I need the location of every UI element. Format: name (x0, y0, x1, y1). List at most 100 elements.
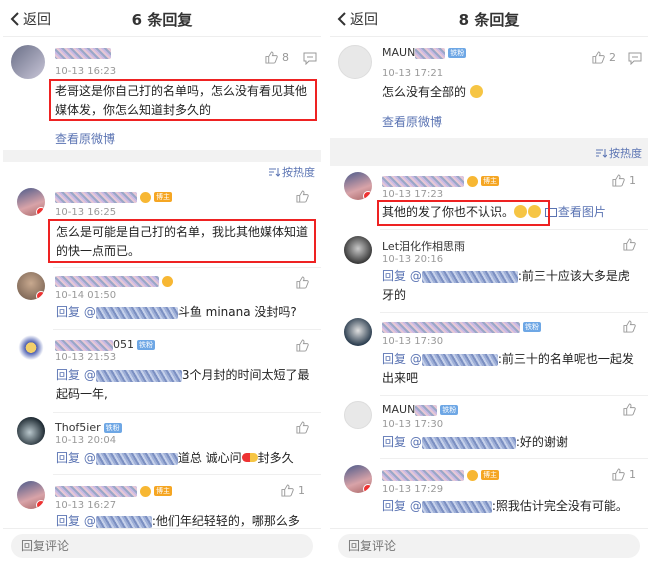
like-button[interactable]: 8 (265, 51, 289, 64)
avatar[interactable] (17, 417, 45, 445)
like-button[interactable]: 1 (612, 174, 636, 187)
verified-badge-icon (36, 500, 45, 509)
thumbs-up-icon (612, 174, 625, 187)
timestamp: 10-13 16:25 (55, 207, 117, 218)
verified-badge-icon (363, 484, 372, 493)
avatar[interactable] (344, 172, 372, 200)
fan-tag: 铁粉 (137, 340, 155, 350)
avatar[interactable] (17, 188, 45, 216)
timestamp: 10-13 16:23 (55, 66, 117, 77)
reply-input[interactable] (11, 534, 313, 558)
crown-icon (140, 191, 151, 203)
comment-text: 回复 @ 道总 诚心问 封多久 (56, 451, 294, 465)
avatar[interactable] (344, 318, 372, 346)
comment-text: 回复 @:前三十的名单呢也一起发出来吧 (382, 352, 634, 385)
username[interactable]: MAUN 铁粉 (382, 46, 467, 59)
username[interactable] (55, 274, 173, 287)
avatar[interactable] (17, 272, 45, 300)
username[interactable]: 博主 (382, 174, 499, 187)
comment-text: 回复 @:好的谢谢 (382, 435, 568, 449)
comment-text: 怎么没有全部的 (382, 83, 483, 102)
reply-bar (3, 528, 321, 562)
timestamp: 10-13 16:27 (55, 500, 117, 511)
crown-icon (162, 275, 173, 287)
username[interactable]: Let泪化作相思雨 (382, 238, 465, 254)
avatar[interactable] (344, 465, 372, 493)
thumbs-up-icon (281, 484, 294, 497)
avatar[interactable] (17, 335, 45, 363)
right-reply-panel: 返回 8 条回复 MAUN 铁粉 10-13 17:21 2 怎么没有全部的 查看… (330, 0, 648, 562)
thumbs-up-icon[interactable] (623, 403, 636, 416)
page-title: 8 条回复 (458, 11, 520, 29)
fan-tag: 铁粉 (523, 322, 541, 332)
comment-icon[interactable] (303, 52, 317, 65)
verified-badge-icon (363, 191, 372, 200)
avatar[interactable] (344, 236, 372, 264)
verified-badge-icon (36, 207, 45, 216)
sort-button[interactable]: 按热度 (268, 164, 315, 180)
thumbs-up-icon (265, 51, 278, 64)
comment-text: 回复 @ 斗鱼 minana 没封吗? (56, 305, 297, 319)
avatar[interactable] (17, 481, 45, 509)
avatar[interactable] (338, 45, 372, 79)
thumbs-up-icon[interactable] (623, 320, 636, 333)
pill-emoji-icon (241, 453, 258, 462)
fan-tag: 铁粉 (440, 405, 459, 415)
view-original-link[interactable]: 查看原微博 (382, 113, 442, 130)
nav-bar: 返回 8 条回复 (330, 0, 648, 37)
comment-text: 回复 @:前三十应该大多是虎牙的 (382, 269, 630, 302)
highlight-box (49, 79, 317, 121)
username[interactable]: MAUN 铁粉 (382, 403, 459, 416)
crown-icon (467, 469, 478, 481)
thumbs-up-icon (592, 51, 605, 64)
owner-tag: 博主 (481, 176, 499, 186)
highlight-box (377, 200, 550, 226)
timestamp: 10-13 20:04 (55, 435, 117, 446)
like-button[interactable]: 1 (612, 468, 636, 481)
owner-tag: 博主 (481, 470, 499, 480)
left-reply-panel: 返回 6 条回复 10-13 16:23 8 老哥这是你自己打的名单吗，怎么没有… (3, 0, 321, 562)
sort-icon (596, 149, 607, 158)
highlight-box (48, 219, 316, 263)
comment-text: 回复 @3个月封的时间太短了最起码一年, (56, 368, 310, 401)
thumbs-up-icon[interactable] (296, 276, 309, 289)
username[interactable] (55, 46, 111, 59)
username[interactable]: 博主 (382, 468, 499, 481)
crown-icon (140, 485, 151, 497)
like-button[interactable]: 2 (592, 51, 616, 64)
comment-text: 回复 @:照我估计完全没有可能。 (382, 499, 628, 513)
username[interactable]: 铁粉 (382, 320, 541, 333)
like-button[interactable]: 1 (281, 484, 305, 497)
owner-tag: 博主 (154, 486, 172, 496)
view-original-link[interactable]: 查看原微博 (55, 130, 115, 147)
section-gap (3, 150, 321, 162)
timestamp: 10-14 01:50 (55, 290, 117, 301)
avatar[interactable] (11, 45, 45, 79)
sort-icon (269, 168, 280, 177)
reply-input[interactable] (338, 534, 640, 558)
laughing-emoji-icon (469, 85, 483, 98)
timestamp: 10-13 17:29 (382, 484, 444, 495)
thumbs-up-icon[interactable] (296, 421, 309, 434)
view-image-link[interactable]: 查看图片 (544, 205, 606, 219)
original-comment: 10-13 16:23 8 老哥这是你自己打的名单吗，怎么没有看见其他媒体发，你… (3, 38, 321, 150)
thumbs-up-icon[interactable] (623, 238, 636, 251)
username[interactable]: Thof5ier 铁粉 (55, 421, 122, 434)
comment-icon[interactable] (628, 52, 642, 65)
timestamp: 10-13 17:30 (382, 419, 444, 430)
username[interactable]: 051 铁粉 (55, 338, 155, 351)
username[interactable]: 博主 (55, 484, 172, 497)
fan-tag: 铁粉 (448, 48, 467, 58)
page-title: 6 条回复 (131, 11, 193, 29)
timestamp: 10-13 17:30 (382, 336, 444, 347)
reply-bar (330, 528, 648, 562)
avatar[interactable] (344, 401, 372, 429)
thumbs-up-icon[interactable] (296, 339, 309, 352)
thumbs-up-icon (612, 468, 625, 481)
sort-button[interactable]: 按热度 (595, 145, 642, 161)
timestamp: 10-13 21:53 (55, 352, 117, 363)
owner-tag: 博主 (154, 192, 172, 202)
timestamp: 10-13 17:23 (382, 189, 444, 200)
thumbs-up-icon[interactable] (296, 190, 309, 203)
username[interactable]: 博主 (55, 190, 172, 203)
